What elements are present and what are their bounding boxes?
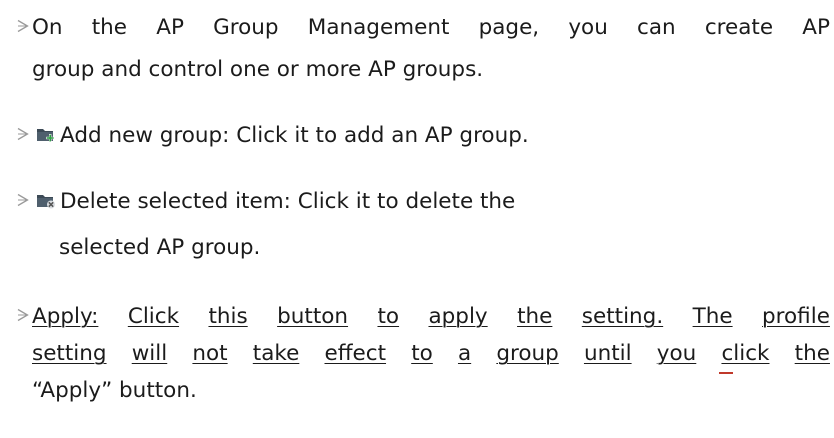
- word: Group: [213, 15, 279, 40]
- word: can: [637, 15, 676, 40]
- word: this: [208, 304, 248, 329]
- word: effect: [324, 341, 387, 366]
- word: button: [277, 304, 349, 329]
- word: setting: [32, 341, 107, 366]
- bullet-3-line-2: selected AP group.: [59, 235, 261, 260]
- word: will: [131, 341, 168, 366]
- word: until: [583, 341, 632, 366]
- document-page: On the AP Group Management page, you can create A…: [0, 0, 834, 438]
- arrow-bullet-icon: [17, 19, 29, 33]
- word: the: [794, 341, 830, 366]
- word: you: [656, 341, 697, 366]
- word: AP: [156, 15, 184, 40]
- delete-folder-icon: [37, 195, 55, 209]
- bullet-4-line-2: setting will not take effect to a group until you…: [32, 338, 830, 370]
- bullet-4-line-1: Apply: Click this button to apply the setting. T…: [32, 301, 830, 333]
- word: The: [692, 304, 733, 329]
- word: Click: [127, 304, 180, 329]
- word: a: [457, 341, 472, 366]
- word: AP: [802, 15, 830, 40]
- word: the: [517, 304, 553, 329]
- word: group: [496, 341, 559, 366]
- word: On: [32, 15, 63, 40]
- word: apply: [428, 304, 488, 329]
- add-folder-icon: [37, 129, 55, 142]
- bullet-1-line-1: On the AP Group Management page, you can create A…: [32, 12, 830, 44]
- word: to: [377, 304, 400, 329]
- word: take: [252, 341, 300, 366]
- arrow-bullet-icon: [17, 193, 29, 207]
- bullet-1-line-2: group and control one or more AP groups.: [32, 57, 484, 82]
- word: Management: [307, 15, 450, 40]
- arrow-bullet-icon: [17, 308, 29, 322]
- arrow-bullet-icon: [17, 127, 29, 141]
- word: the: [91, 15, 128, 40]
- word: create: [704, 15, 774, 40]
- word: Apply:: [32, 304, 99, 329]
- word: you: [568, 15, 608, 40]
- delete-selected-item-text: Delete selected item: Click it to delete…: [60, 189, 516, 214]
- word: page,: [478, 15, 540, 40]
- word: click: [721, 341, 770, 366]
- add-new-group-text: Add new group: Click it to add an AP gro…: [60, 123, 529, 148]
- word: not: [192, 341, 228, 366]
- red-edit-mark: [719, 372, 733, 374]
- word: profile: [762, 304, 830, 329]
- word: setting.: [581, 304, 664, 329]
- word: to: [411, 341, 433, 366]
- bullet-4-line-3: “Apply” button.: [32, 378, 197, 403]
